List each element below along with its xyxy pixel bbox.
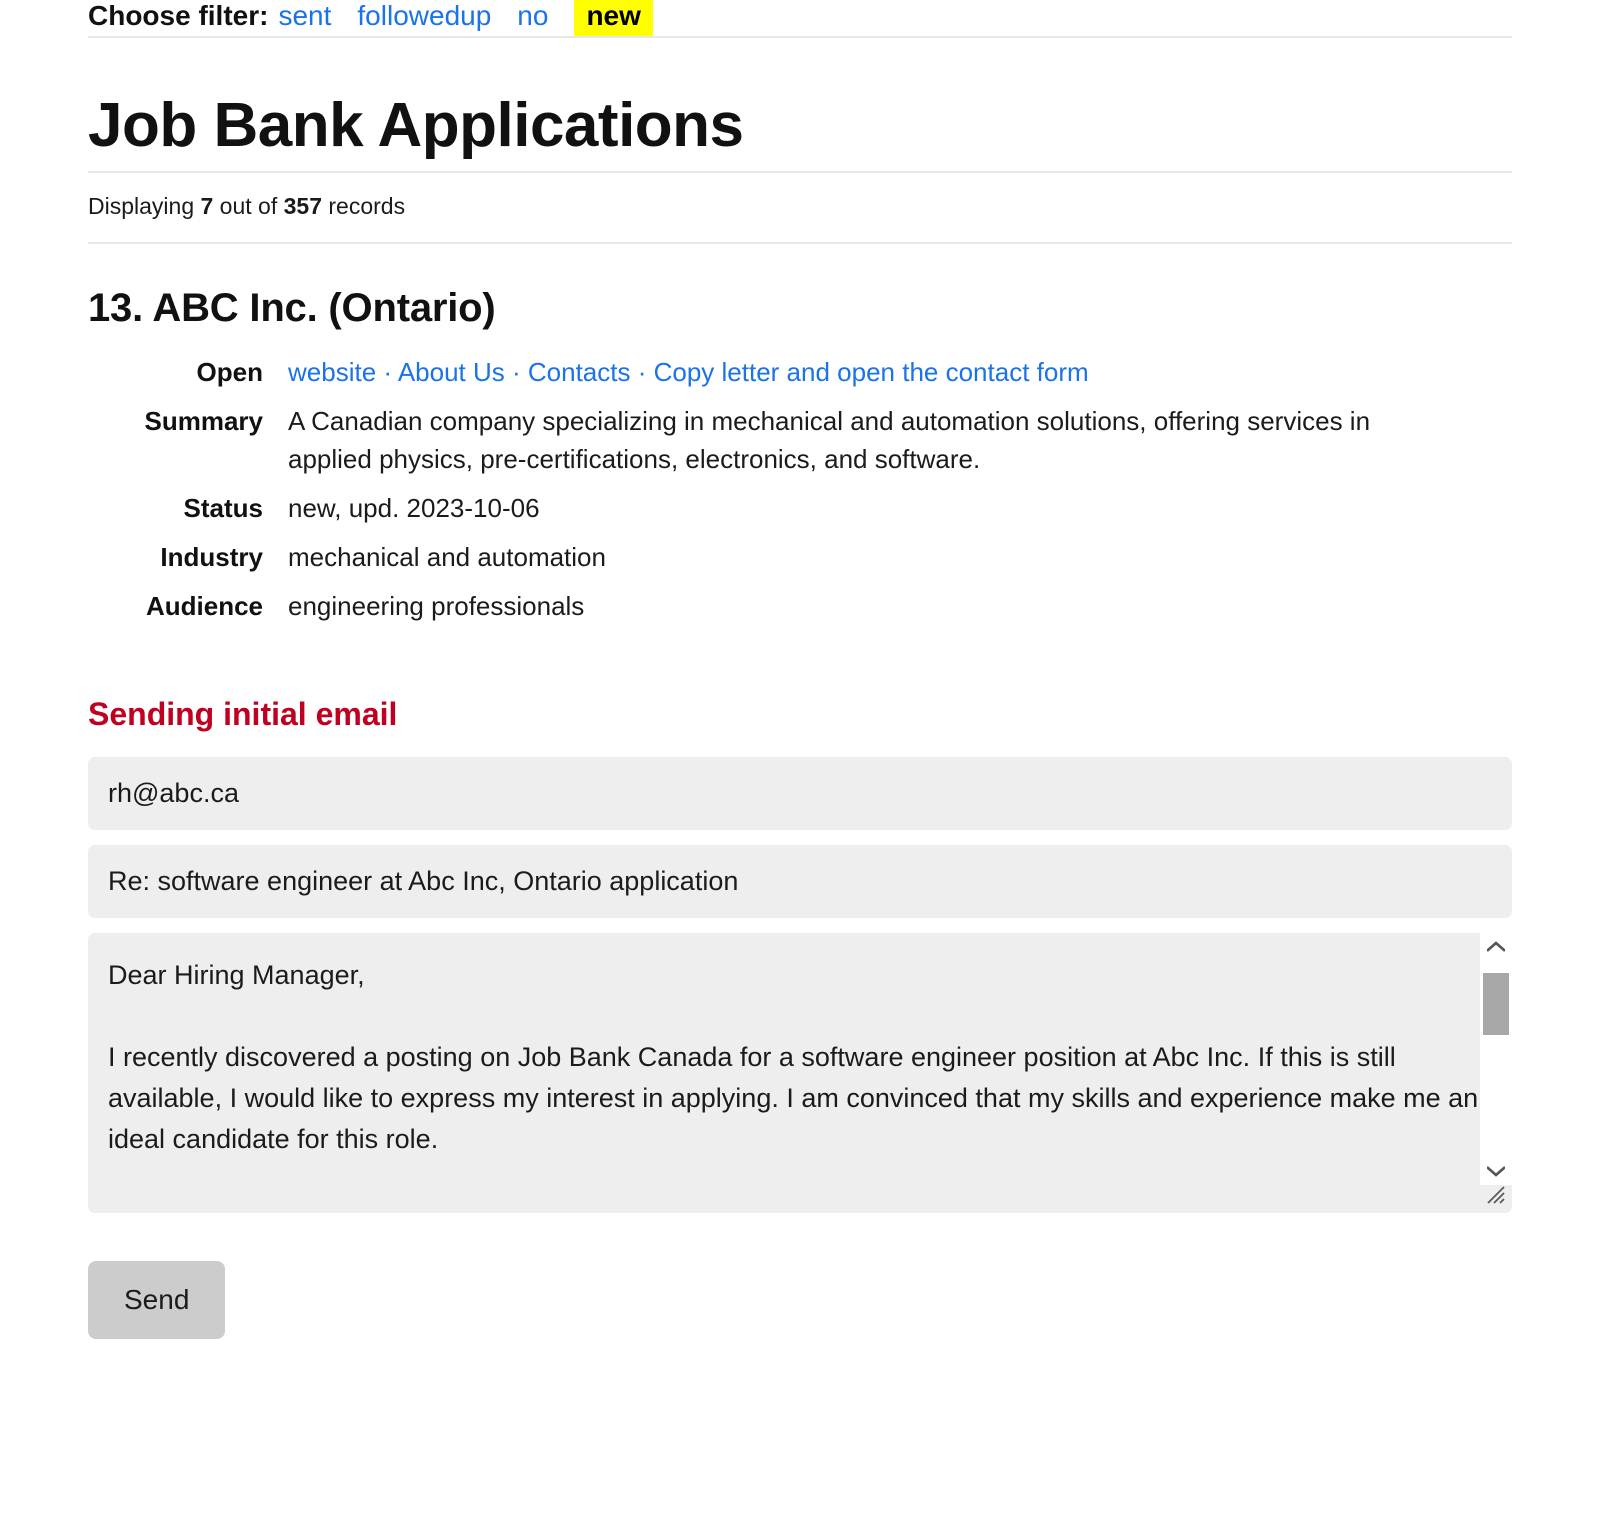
email-body-scrollbar[interactable] bbox=[1480, 933, 1512, 1186]
scrollbar-thumb[interactable] bbox=[1483, 973, 1509, 1036]
filter-bar: Choose filter: sent followedup no new bbox=[0, 0, 1600, 36]
filter-option-new[interactable]: new bbox=[574, 0, 653, 36]
link-separator-1: · bbox=[376, 357, 398, 388]
records-prefix: Displaying bbox=[88, 193, 201, 220]
records-middle: out of bbox=[213, 193, 284, 220]
detail-label-status: Status bbox=[183, 493, 263, 524]
link-contacts[interactable]: Contacts bbox=[528, 357, 631, 387]
email-form: Dear Hiring Manager, I recently discover… bbox=[0, 733, 1600, 1340]
email-section-title: Sending initial email bbox=[88, 696, 398, 733]
detail-value-industry: mechanical and automation bbox=[288, 542, 606, 573]
link-website[interactable]: website bbox=[288, 357, 376, 387]
detail-row-industry: Industry mechanical and automation bbox=[88, 538, 1512, 576]
detail-label-industry: Industry bbox=[160, 542, 263, 573]
records-suffix: records bbox=[322, 193, 406, 220]
page-root: Choose filter: sent followedup no new Jo… bbox=[0, 0, 1600, 1517]
records-shown: 7 bbox=[200, 193, 214, 220]
detail-value-audience: engineering professionals bbox=[288, 591, 585, 622]
recipient-email-input[interactable] bbox=[88, 757, 1512, 831]
scroll-up-icon[interactable] bbox=[1480, 933, 1512, 959]
filter-option-followedup[interactable]: followedup bbox=[357, 0, 491, 36]
scrollbar-track[interactable] bbox=[1480, 959, 1512, 1159]
email-body-textarea[interactable]: Dear Hiring Manager, I recently discover… bbox=[88, 933, 1512, 1214]
detail-row-summary: Summary A Canadian company specializing … bbox=[88, 402, 1512, 478]
link-separator-2: · bbox=[504, 357, 528, 388]
detail-value-summary: A Canadian company specializing in mecha… bbox=[288, 406, 1371, 475]
detail-row-open: Open website · About Us · Contacts · Cop… bbox=[88, 353, 1512, 391]
send-row: Send bbox=[88, 1213, 1512, 1340]
email-body-wrapper: Dear Hiring Manager, I recently discover… bbox=[88, 933, 1512, 1214]
detail-row-status: Status new, upd. 2023-10-06 bbox=[88, 489, 1512, 527]
send-button[interactable]: Send bbox=[88, 1261, 226, 1340]
detail-value-open: website · About Us · Contacts · Copy let… bbox=[288, 353, 1089, 391]
detail-label-audience: Audience bbox=[145, 591, 263, 622]
detail-value-status: new, upd. 2023-10-06 bbox=[288, 493, 540, 524]
link-about-us[interactable]: About Us bbox=[398, 357, 505, 387]
filter-option-no[interactable]: no bbox=[517, 0, 548, 36]
records-count: Displaying 7 out of 357 records bbox=[0, 173, 1600, 242]
page-title: Job Bank Applications bbox=[88, 91, 744, 160]
record-details: Open website · About Us · Contacts · Cop… bbox=[0, 353, 1600, 625]
detail-row-audience: Audience engineering professionals bbox=[88, 587, 1512, 625]
link-separator-3: · bbox=[630, 357, 654, 388]
email-subject-input[interactable] bbox=[88, 845, 1512, 919]
filter-label: Choose filter: bbox=[88, 0, 269, 31]
record-title: 13. ABC Inc. (Ontario) bbox=[88, 286, 496, 331]
detail-label-summary: Summary bbox=[144, 406, 264, 437]
records-total: 357 bbox=[283, 193, 322, 220]
resize-handle-icon[interactable] bbox=[1482, 1181, 1508, 1207]
link-copy-letter-open-contact-form[interactable]: Copy letter and open the contact form bbox=[654, 357, 1089, 387]
detail-label-open: Open bbox=[196, 357, 263, 388]
filter-option-sent[interactable]: sent bbox=[278, 0, 331, 36]
